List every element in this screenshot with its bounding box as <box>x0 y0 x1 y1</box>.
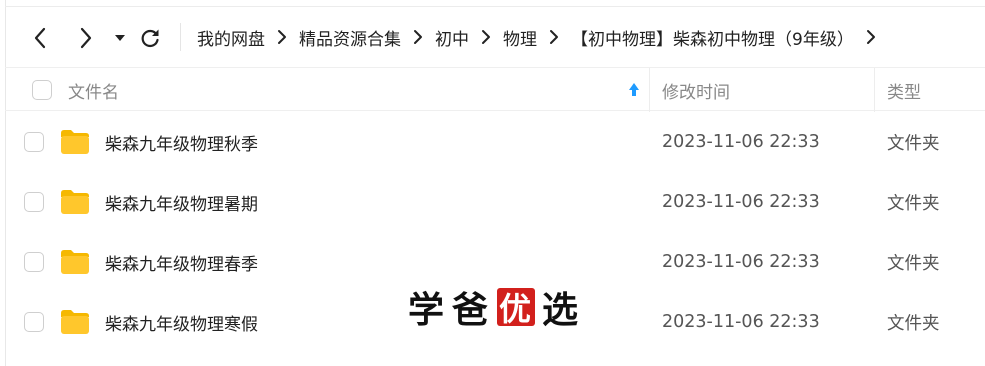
breadcrumb: 我的网盘 精品资源合集 初中 物理 【初中物理】柴森初中物理（9年级） <box>197 23 888 51</box>
caret-down-icon <box>115 35 125 41</box>
folder-icon <box>61 310 89 334</box>
select-all-checkbox-cell <box>32 68 52 112</box>
watermark-stamp: 优 <box>497 288 535 328</box>
column-divider[interactable] <box>874 68 875 112</box>
watermark-char: 爸 <box>451 289 490 331</box>
breadcrumb-item-current-folder[interactable]: 【初中物理】柴森初中物理（9年级） <box>571 25 854 50</box>
folder-icon <box>61 190 89 214</box>
row-checkbox[interactable] <box>24 312 44 332</box>
file-type: 文件夹 <box>887 193 940 214</box>
table-row[interactable]: 柴森九年级物理暑期 2023-11-06 22:33 文件夹 <box>5 172 985 232</box>
chevron-right-icon <box>265 23 299 51</box>
select-all-checkbox[interactable] <box>32 80 52 100</box>
file-name[interactable]: 柴森九年级物理秋季 <box>105 112 258 172</box>
toolbar: 我的网盘 精品资源合集 初中 物理 【初中物理】柴森初中物理（9年级） <box>5 7 985 67</box>
row-checkbox[interactable] <box>24 132 44 152</box>
modified-time: 2023-11-06 22:33 <box>662 312 820 332</box>
row-checkbox[interactable] <box>24 192 44 212</box>
table-row[interactable]: 柴森九年级物理秋季 2023-11-06 22:33 文件夹 <box>5 112 985 172</box>
row-checkbox[interactable] <box>24 252 44 272</box>
modified-time: 2023-11-06 22:33 <box>662 132 820 152</box>
chevron-right-icon <box>469 23 503 51</box>
file-type: 文件夹 <box>887 313 940 334</box>
watermark-logo: 学 爸 优 选 <box>405 285 583 331</box>
chevron-right-icon <box>537 23 571 51</box>
watermark-char: 学 <box>407 289 446 331</box>
breadcrumb-item-my-drive[interactable]: 我的网盘 <box>197 25 265 50</box>
column-header-name[interactable]: 文件名 <box>68 68 119 112</box>
chevron-right-icon[interactable] <box>854 23 888 51</box>
column-header-modified[interactable]: 修改时间 <box>662 68 730 112</box>
folder-icon <box>61 130 89 154</box>
folder-icon <box>61 250 89 274</box>
toolbar-divider <box>180 23 181 51</box>
sort-up-arrow-icon[interactable] <box>627 81 641 99</box>
back-button[interactable] <box>29 25 51 51</box>
modified-time: 2023-11-06 22:33 <box>662 192 820 212</box>
file-name[interactable]: 柴森九年级物理寒假 <box>105 292 258 352</box>
chevron-left-icon <box>34 27 46 49</box>
refresh-icon <box>141 29 159 48</box>
breadcrumb-item-collection[interactable]: 精品资源合集 <box>299 25 401 50</box>
watermark-char: 选 <box>541 289 580 331</box>
file-type: 文件夹 <box>887 253 940 274</box>
file-type: 文件夹 <box>887 133 940 154</box>
refresh-button[interactable] <box>139 25 161 51</box>
file-name[interactable]: 柴森九年级物理春季 <box>105 232 258 292</box>
forward-button[interactable] <box>75 25 97 51</box>
file-name[interactable]: 柴森九年级物理暑期 <box>105 172 258 232</box>
column-divider[interactable] <box>649 68 650 112</box>
column-header-type[interactable]: 类型 <box>887 68 921 112</box>
table-header: 文件名 修改时间 类型 <box>5 67 985 112</box>
file-browser-window: 我的网盘 精品资源合集 初中 物理 【初中物理】柴森初中物理（9年级） 文件名 … <box>0 0 985 366</box>
breadcrumb-item-physics[interactable]: 物理 <box>503 25 537 50</box>
modified-time: 2023-11-06 22:33 <box>662 252 820 272</box>
chevron-right-icon <box>80 27 92 49</box>
chevron-right-icon <box>401 23 435 51</box>
breadcrumb-item-junior-high[interactable]: 初中 <box>435 25 469 50</box>
history-dropdown-button[interactable] <box>109 25 131 51</box>
table-row[interactable]: 柴森九年级物理春季 2023-11-06 22:33 文件夹 <box>5 232 985 292</box>
